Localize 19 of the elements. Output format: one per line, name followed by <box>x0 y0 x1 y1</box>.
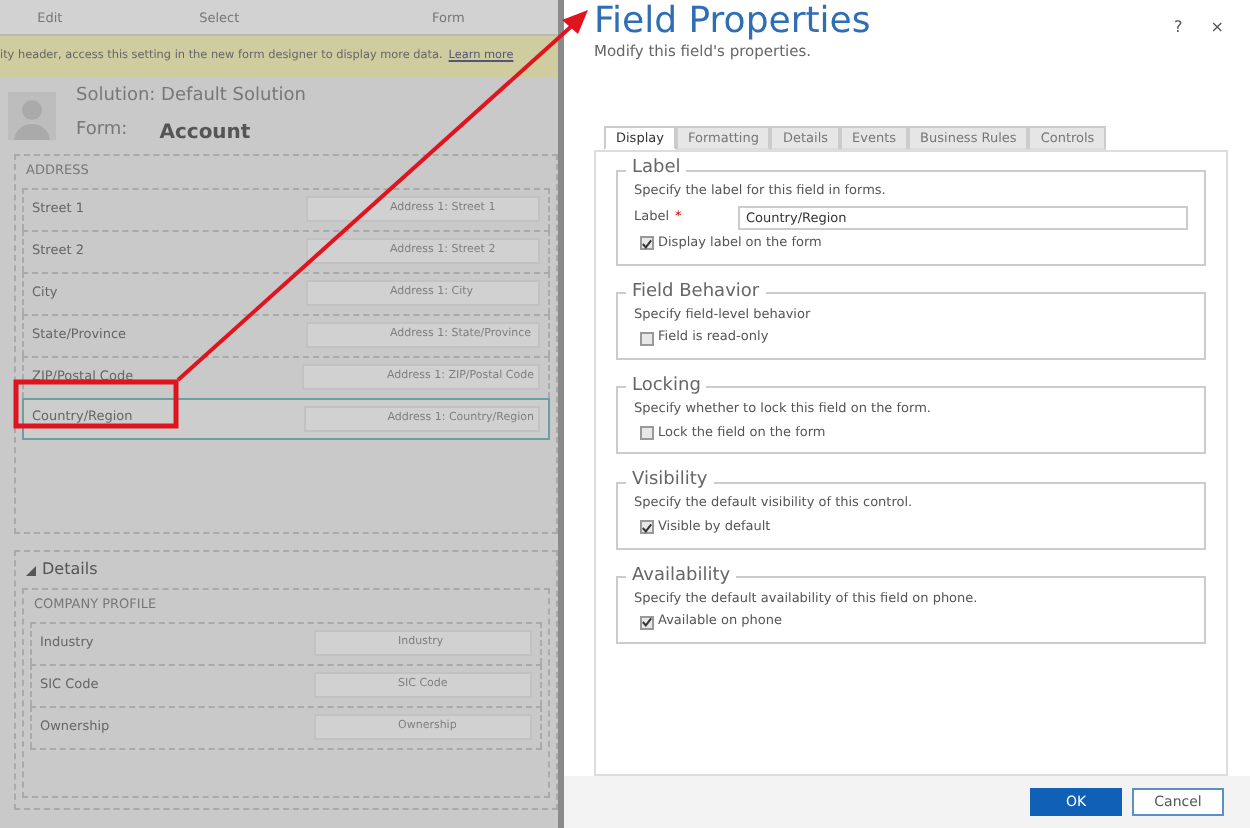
group-legend: Locking <box>626 378 707 398</box>
checkbox[interactable] <box>640 520 654 535</box>
form-name: Account <box>159 119 251 147</box>
checkbox[interactable] <box>640 615 654 630</box>
group-legend: Availability <box>626 567 737 588</box>
group-legend: Visibility <box>626 472 714 493</box>
help-button[interactable]: ? <box>1174 16 1183 40</box>
form-label: Form: <box>76 118 128 145</box>
close-button[interactable]: × <box>1210 16 1224 40</box>
group-legend: Field Behavior <box>626 283 766 304</box>
user-silhouette-icon <box>8 92 56 140</box>
dialog-title: Field Properties <box>594 4 871 40</box>
tab-title: Details <box>42 558 98 582</box>
checkbox[interactable] <box>640 426 654 441</box>
checkbox[interactable] <box>640 331 654 346</box>
group-legend: Label <box>626 160 687 181</box>
solution-name: Solution: Default Solution <box>76 84 306 110</box>
collapse-triangle-icon[interactable] <box>26 565 36 575</box>
checkbox[interactable] <box>640 236 654 251</box>
